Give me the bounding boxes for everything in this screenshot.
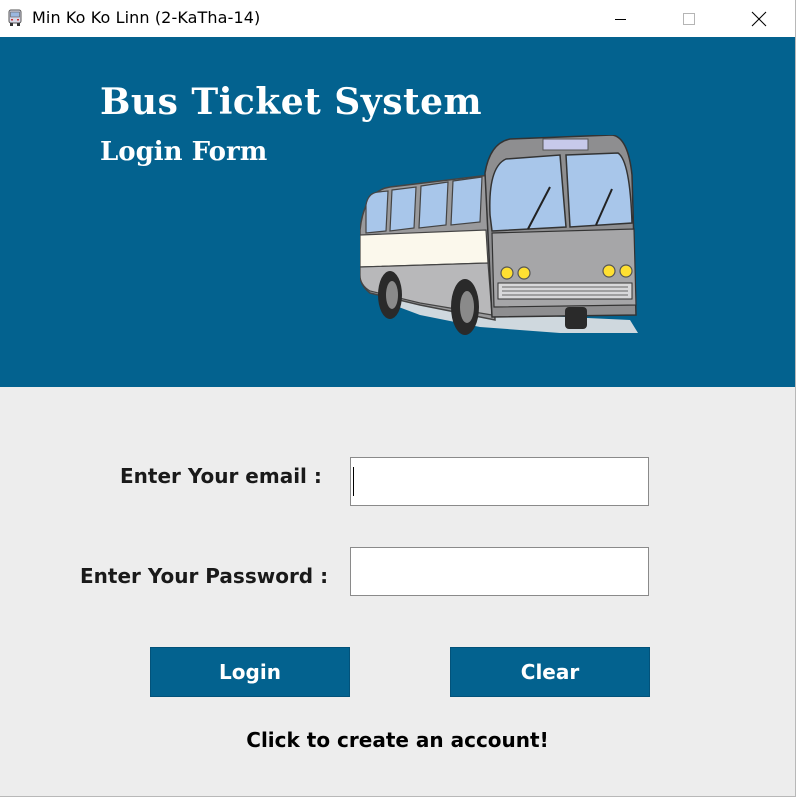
close-icon [751,11,767,26]
login-window: Min Ko Ko Linn (2-KaTha-14) Bus Ticket S… [0,0,796,797]
window-title: Min Ko Ko Linn (2-KaTha-14) [32,8,261,27]
bus-app-icon [8,9,22,26]
minimize-icon [615,18,626,20]
email-input[interactable] [350,457,649,506]
password-label: Enter Your Password : [80,564,329,588]
text-cursor [353,467,354,496]
email-label: Enter Your email : [120,464,322,488]
close-button[interactable] [736,0,782,37]
password-input[interactable] [350,547,649,596]
page-title: Bus Ticket System [100,81,483,123]
header-banner: Bus Ticket System Login Form [0,37,795,387]
maximize-button[interactable] [666,0,712,37]
title-bar[interactable]: Min Ko Ko Linn (2-KaTha-14) [0,0,795,37]
create-account-link[interactable]: Click to create an account! [0,728,795,752]
login-button[interactable]: Login [150,647,350,697]
maximize-icon [683,12,695,25]
bus-illustration [360,135,638,335]
clear-button[interactable]: Clear [450,647,650,697]
minimize-button[interactable] [598,0,644,37]
page-subtitle: Login Form [100,137,268,167]
